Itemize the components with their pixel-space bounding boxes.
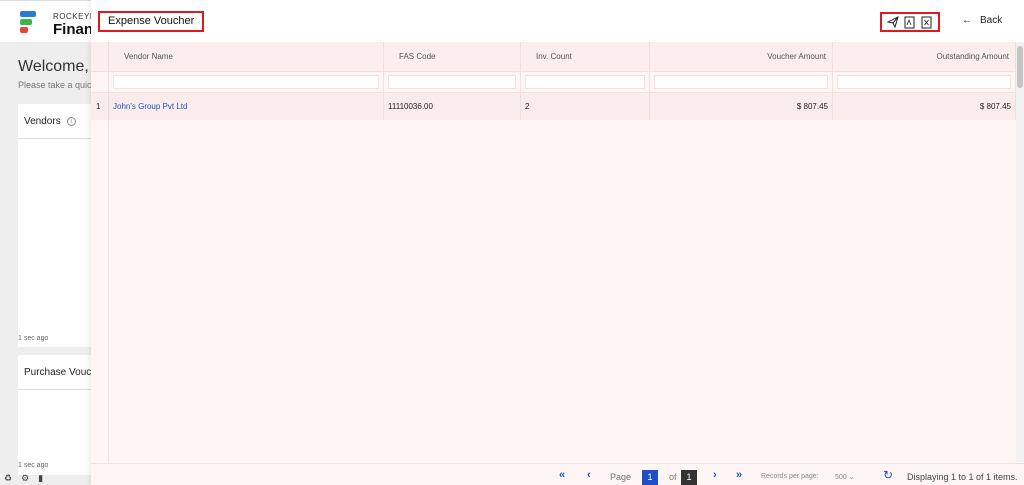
purchase-card-title: Purchase Vouch	[24, 367, 97, 378]
prev-page-icon[interactable]: ‹	[587, 469, 591, 481]
table-row[interactable]: 1 John's Group Pvt Ltd 11110036.00 2 $ 8…	[91, 93, 1016, 120]
card-divider	[18, 138, 98, 139]
header-voucher-amount[interactable]: Voucher Amount	[650, 42, 833, 71]
excel-export-button[interactable]	[920, 15, 934, 29]
purchase-card-time: 1 sec ago	[18, 462, 49, 469]
excel-icon	[921, 16, 932, 28]
refresh-icon[interactable]: ↻	[883, 468, 893, 482]
inv-count-cell: 2	[521, 93, 650, 120]
settings-icon[interactable]: ⚙	[21, 473, 29, 483]
filter-inv-count-input[interactable]	[525, 75, 645, 89]
welcome-subtext: Please take a quick	[18, 80, 97, 90]
scroll-thumb[interactable]	[1017, 46, 1023, 88]
header-index	[91, 42, 109, 71]
filter-cell	[521, 72, 650, 92]
export-actions	[880, 12, 940, 32]
expense-voucher-panel: Expense Voucher ← Back Vendor Name FAS Co…	[91, 0, 1024, 485]
panel-header: Expense Voucher ← Back	[91, 0, 1024, 42]
filter-cell	[650, 72, 833, 92]
app-logo-icon	[20, 11, 42, 33]
filter-row	[91, 71, 1016, 93]
filter-fas-code-input[interactable]	[388, 75, 516, 89]
info-icon[interactable]: i	[66, 116, 76, 126]
outstanding-amount-cell: $ 807.45	[833, 93, 1016, 120]
vendors-card-time: 1 sec ago	[18, 335, 49, 342]
recycle-icon[interactable]: ♻	[4, 473, 12, 483]
column-divider	[108, 120, 109, 485]
first-page-icon[interactable]: «	[559, 469, 565, 481]
row-index: 1	[91, 93, 109, 120]
card-divider	[18, 389, 98, 390]
pdf-export-button[interactable]	[903, 15, 917, 29]
vertical-scrollbar[interactable]	[1016, 42, 1024, 462]
pagination-bar: « ‹ Page 1 of 1 › » Records per page: 50…	[91, 463, 1024, 485]
table-header: Vendor Name FAS Code Inv. Count Voucher …	[91, 42, 1016, 71]
filter-cell	[384, 72, 521, 92]
purchase-voucher-card: Purchase Vouch	[18, 355, 98, 475]
records-per-page-select[interactable]: 500 ⌄	[835, 473, 855, 481]
panel-title: Expense Voucher	[98, 11, 205, 32]
total-pages: 1	[681, 470, 697, 485]
records-per-page-label: Records per page:	[761, 473, 819, 480]
header-outstanding-amount[interactable]: Outstanding Amount	[833, 42, 1016, 71]
vendor-link[interactable]: John's Group Pvt Ltd	[109, 93, 384, 120]
of-label: of	[669, 472, 677, 482]
filter-cell	[833, 72, 1016, 92]
next-page-icon[interactable]: ›	[713, 469, 717, 481]
vendors-card-label: Vendors	[24, 116, 61, 127]
pdf-icon	[904, 16, 915, 28]
bottom-toolbar: ♻ ⚙ ▮	[4, 473, 52, 484]
chevron-down-icon: ⌄	[848, 474, 855, 481]
vendors-card: Vendors i	[18, 104, 98, 347]
voucher-table: Vendor Name FAS Code Inv. Count Voucher …	[91, 42, 1016, 485]
send-button[interactable]	[886, 15, 900, 29]
filter-vendor-input[interactable]	[113, 75, 379, 89]
header-inv-count[interactable]: Inv. Count	[521, 42, 650, 71]
filter-cell	[109, 72, 384, 92]
back-button[interactable]: ← Back	[962, 15, 1002, 26]
last-page-icon[interactable]: »	[736, 469, 742, 481]
display-count: Displaying 1 to 1 of 1 items.	[907, 472, 1018, 482]
fas-code-cell: 11110036.00	[384, 93, 521, 120]
bookmark-icon[interactable]: ▮	[38, 473, 43, 483]
brand-top: ROCKEYI	[53, 12, 93, 21]
voucher-amount-cell: $ 807.45	[650, 93, 833, 120]
filter-voucher-amount-input[interactable]	[654, 75, 828, 89]
vendors-card-title: Vendors i	[24, 116, 76, 127]
page-label: Page	[610, 472, 632, 482]
header-vendor-name[interactable]: Vendor Name	[109, 42, 384, 71]
back-label: Back	[980, 15, 1003, 26]
current-page-input[interactable]: 1	[642, 470, 658, 485]
send-icon	[887, 16, 900, 28]
arrow-left-icon: ←	[962, 15, 972, 26]
records-per-page-value: 500	[835, 474, 847, 481]
filter-cell	[91, 72, 109, 92]
header-fas-code[interactable]: FAS Code	[384, 42, 521, 71]
filter-outstanding-amount-input[interactable]	[837, 75, 1011, 89]
